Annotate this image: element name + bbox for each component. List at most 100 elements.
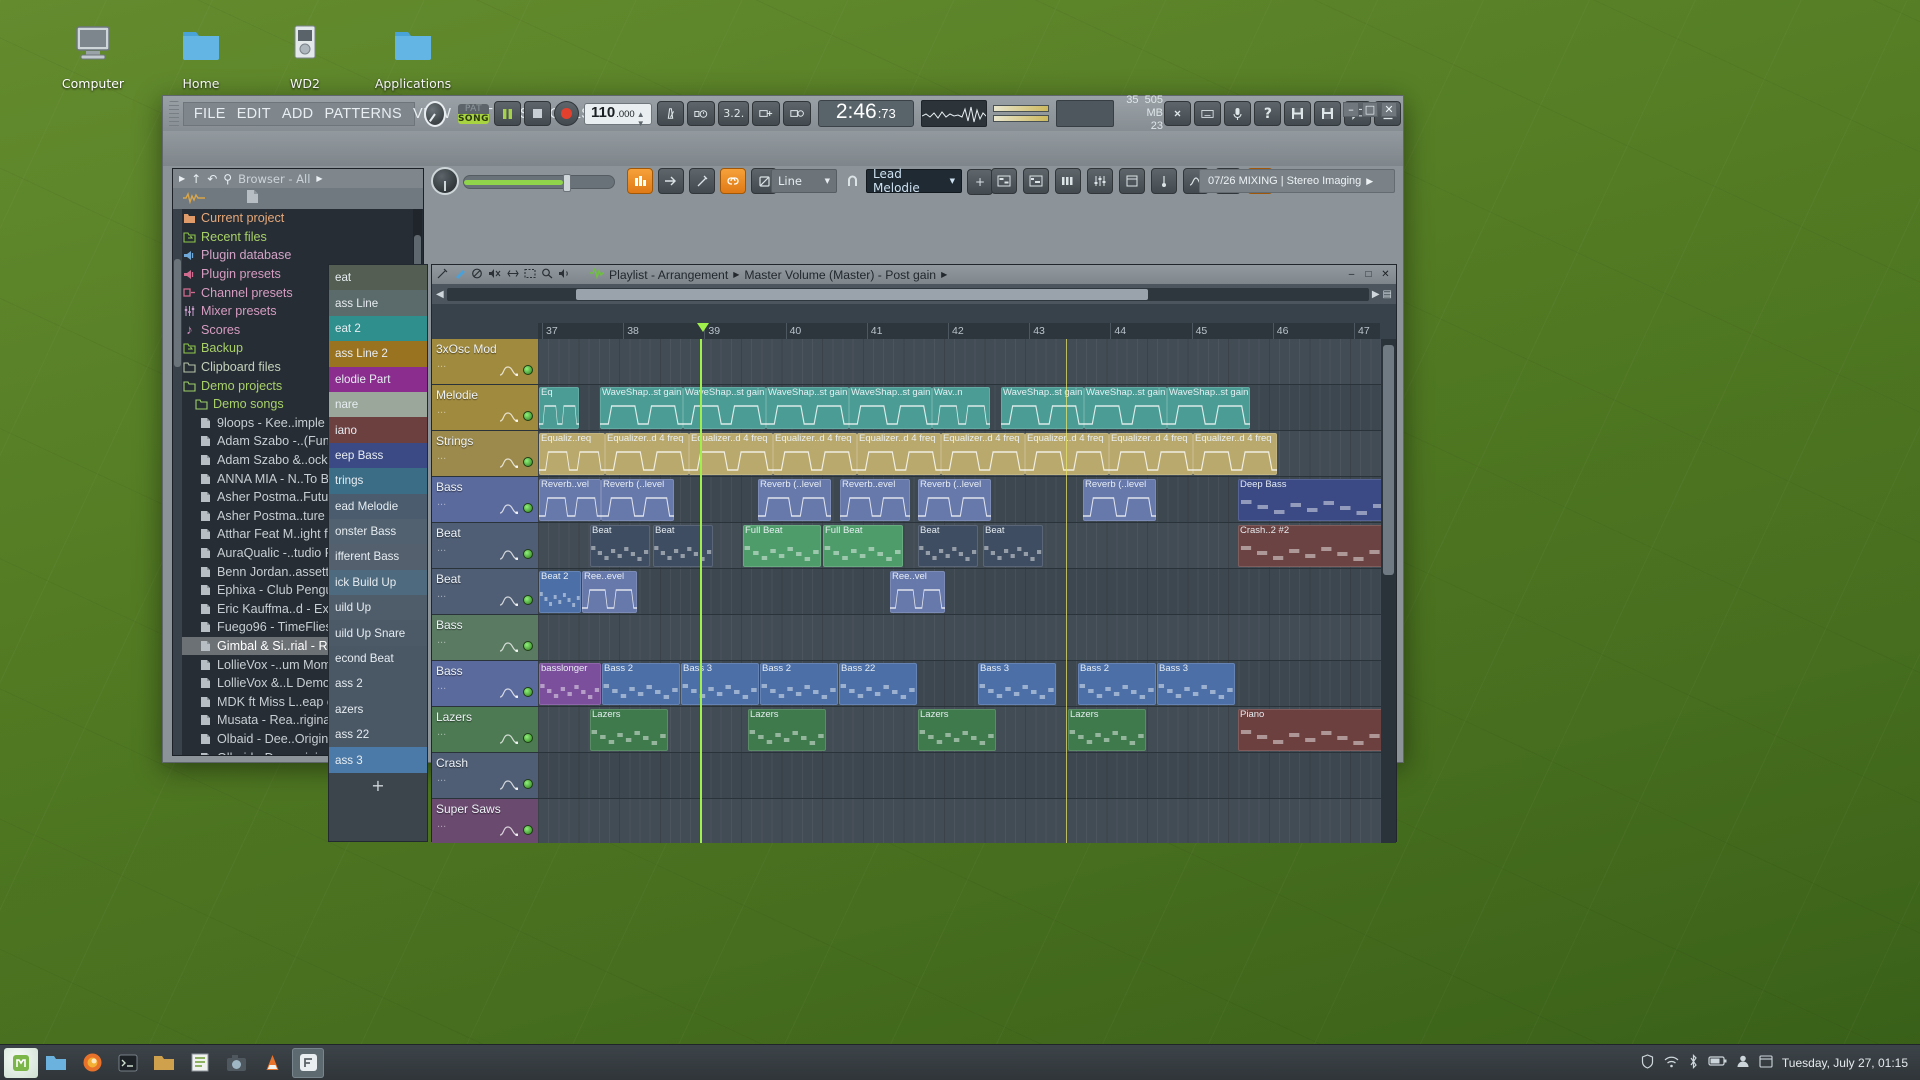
track-enable-led[interactable] <box>523 733 533 743</box>
desktop-icon-applications[interactable]: Applications <box>358 20 468 91</box>
playlist-track-row[interactable]: Bass... <box>432 615 1396 661</box>
taskbar-files[interactable] <box>40 1048 72 1078</box>
channel-rack-row[interactable]: ass Line <box>329 290 427 316</box>
track-header[interactable]: Melodie... <box>432 385 538 430</box>
channel-rack-row[interactable]: nare <box>329 391 427 418</box>
zoom-icon[interactable] <box>541 268 553 282</box>
track-wave-icon[interactable] <box>499 687 519 699</box>
playlist-clip[interactable]: WaveShap..st gain <box>849 387 932 429</box>
mute-icon[interactable] <box>488 268 502 282</box>
playlist-clip[interactable]: Beat <box>653 525 713 567</box>
save-as-button[interactable] <box>1314 101 1342 126</box>
track-wave-icon[interactable] <box>499 641 519 653</box>
song-mode-label[interactable]: SONG <box>457 113 489 124</box>
playlist-track-row[interactable]: Bass... basslonger Bass 2 Bass 3 Bass 2 Bass … <box>432 661 1396 707</box>
track-wave-icon[interactable] <box>499 365 519 377</box>
channel-rack-row[interactable]: econd Beat <box>329 645 427 672</box>
master-volume-knob[interactable] <box>431 167 459 195</box>
multilink-button[interactable] <box>1164 101 1192 126</box>
mixer-toggle-button[interactable] <box>1087 168 1113 194</box>
magnet-icon[interactable] <box>843 169 861 193</box>
track-enable-led[interactable] <box>523 825 533 835</box>
user-icon[interactable] <box>1736 1054 1750 1071</box>
track-header[interactable]: Lazers... <box>432 707 538 752</box>
channel-rack-row[interactable]: onster Bass <box>329 518 427 545</box>
paint-icon[interactable] <box>454 268 466 282</box>
playlist-clip[interactable]: Deep Bass <box>1238 479 1388 521</box>
wave-icon[interactable] <box>183 189 205 208</box>
desktop-icon-home[interactable]: Home <box>146 20 256 91</box>
pattern-song-toggle[interactable]: PAT SONG <box>457 103 489 124</box>
playlist-clip[interactable]: Lazers <box>590 709 668 751</box>
minimize-icon[interactable]: – <box>1343 102 1359 117</box>
track-header[interactable]: Bass... <box>432 661 538 706</box>
playlist-clip[interactable]: WaveShap..st gain <box>600 387 683 429</box>
browser-item-recent-files[interactable]: Recent files <box>173 228 423 247</box>
track-enable-led[interactable] <box>523 365 533 375</box>
track-lane[interactable]: Eq WaveShap..st gain WaveShap..st gain Wave… <box>538 385 1396 430</box>
search-icon[interactable]: ⚲ <box>223 172 232 186</box>
track-lane[interactable]: Beat Beat Full Beat Full Beat Beat Beat Crash.… <box>538 523 1396 568</box>
add-channel-button[interactable]: + <box>329 772 427 799</box>
browser-item-current-project[interactable]: Current project <box>173 209 423 228</box>
playlist-horizontal-scrollbar[interactable] <box>446 287 1369 301</box>
chevron-right-icon[interactable]: ▶ <box>179 174 185 183</box>
playlist-clip[interactable]: Reverb..vel <box>539 479 601 521</box>
channel-rack-row[interactable]: ass Line 2 <box>329 341 427 367</box>
playlist-track-row[interactable]: Beat... Beat 2 Ree..evel Ree..vel <box>432 569 1396 615</box>
maximize-icon[interactable]: □ <box>1362 102 1378 117</box>
channel-rack-row[interactable]: uild Up Snare <box>329 620 427 646</box>
menu-file[interactable]: FILE <box>194 106 226 122</box>
playlist-clip[interactable]: Equalizer..d 4 freq <box>605 433 689 475</box>
shield-icon[interactable] <box>1640 1053 1655 1072</box>
track-enable-led[interactable] <box>523 549 533 559</box>
playlist-clip[interactable]: Equalizer..d 4 freq <box>1109 433 1193 475</box>
playlist-clip[interactable]: WaveShap..st gain <box>766 387 849 429</box>
playlist-clip[interactable]: Equaliz..req <box>539 433 605 475</box>
playlist-clip[interactable]: Ree..vel <box>890 571 945 613</box>
track-lane[interactable] <box>538 799 1396 843</box>
close-icon[interactable]: ✕ <box>1381 102 1397 117</box>
track-enable-led[interactable] <box>523 503 533 513</box>
channel-rack-row[interactable]: eep Bass <box>329 442 427 469</box>
playlist-ruler[interactable]: 37 38 39 40 41 42 43 44 45 46 47 <box>538 323 1380 339</box>
playlist-clip[interactable]: Piano <box>1238 709 1384 751</box>
mic-button[interactable] <box>1224 101 1252 126</box>
loop-record-button[interactable] <box>783 101 812 126</box>
battery-icon[interactable] <box>1708 1055 1727 1070</box>
playlist-clip[interactable]: Reverb (..level <box>1083 479 1156 521</box>
playlist-track-row[interactable]: Bass... Reverb..vel Reverb (..level Reverb … <box>432 477 1396 523</box>
select-icon[interactable] <box>524 268 536 282</box>
browser-tree-left-scroll[interactable] <box>173 209 182 755</box>
browser-toggle-button[interactable] <box>1119 168 1145 194</box>
taskbar-flstudio[interactable] <box>292 1047 324 1078</box>
track-header[interactable]: Strings... <box>432 431 538 476</box>
start-menu-button[interactable] <box>4 1047 38 1078</box>
piano-roll-toggle-button[interactable] <box>1023 168 1049 194</box>
master-pitch-knob[interactable] <box>423 100 446 127</box>
tool-button-group[interactable] <box>625 168 779 194</box>
playlist-clip[interactable]: Equalizer..d 4 freq <box>857 433 941 475</box>
playhead-marker[interactable] <box>697 323 710 332</box>
playlist-track-row[interactable]: Super Saws... <box>432 799 1396 843</box>
taskbar-camera[interactable] <box>220 1048 252 1078</box>
track-wave-icon[interactable] <box>499 457 519 469</box>
pat-mode-label[interactable]: PAT <box>457 103 489 114</box>
playlist-clip[interactable]: Eq <box>539 387 579 429</box>
count-in-button[interactable]: 3.2. <box>718 101 750 126</box>
track-header[interactable]: Super Saws... <box>432 799 538 843</box>
track-lane[interactable]: basslonger Bass 2 Bass 3 Bass 2 Bass 22 Bass … <box>538 661 1396 706</box>
back-icon[interactable]: ↶ <box>207 172 217 186</box>
channel-rack-row[interactable]: ass 2 <box>329 671 427 697</box>
playlist-clip[interactable]: Bass 3 <box>978 663 1056 705</box>
playlist-clip[interactable]: Ree..evel <box>582 571 637 613</box>
playlist-clip[interactable]: WaveShap..st gain <box>683 387 766 429</box>
playlist-clip[interactable]: Equalizer..d 4 freq <box>941 433 1025 475</box>
track-wave-icon[interactable] <box>499 411 519 423</box>
taskbar-folder[interactable] <box>148 1048 180 1078</box>
channel-rack-row[interactable]: ass 3 <box>329 747 427 773</box>
track-lane[interactable] <box>538 615 1396 660</box>
track-lane[interactable] <box>538 753 1396 798</box>
channel-rack-panel[interactable]: eat ass Line eat 2 ass Line 2 elodie Part nar… <box>328 264 428 842</box>
playlist-track-row[interactable]: Lazers... Lazers Lazers Lazers Lazers Piano <box>432 707 1396 753</box>
